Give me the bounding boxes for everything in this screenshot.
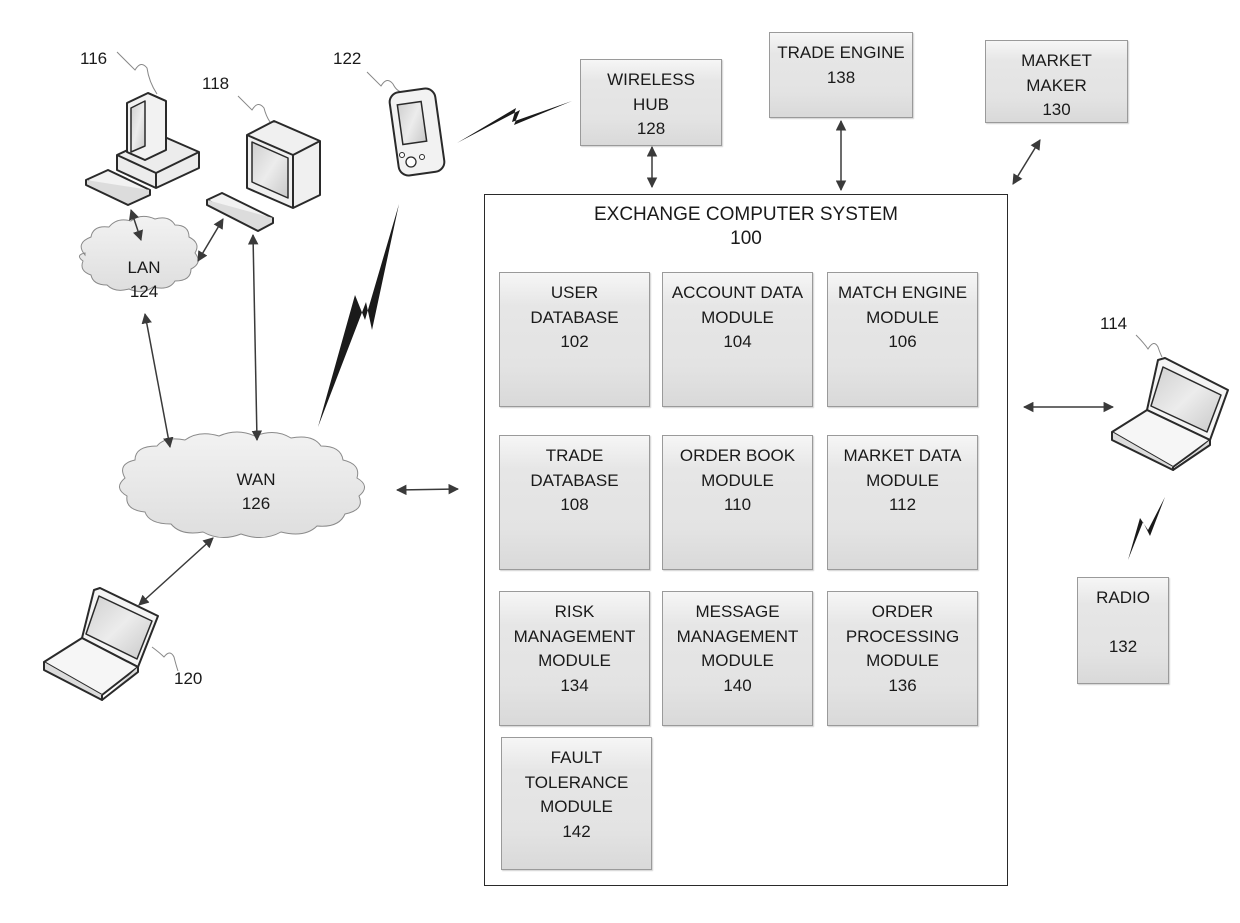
monitor-computer-icon: [206, 120, 321, 232]
laptop-icon-120: [43, 587, 159, 701]
module-line: ORDER: [871, 602, 934, 621]
module-line: MODULE: [701, 470, 774, 490]
desktop-computer-icon: [85, 92, 200, 206]
ref-label-122: 122: [333, 49, 362, 68]
box-line: HUB: [633, 94, 669, 114]
module-ref: 106: [888, 332, 917, 351]
leader-line-120: [151, 646, 179, 672]
module-line: DATABASE: [530, 470, 619, 490]
module-order-processing[interactable]: ORDER PROCESSING MODULE 136: [827, 591, 978, 726]
ref-label-118: 118: [202, 74, 230, 93]
leader-line-118: [237, 95, 271, 123]
box-line: [1078, 611, 1168, 636]
module-market-data[interactable]: MARKET DATA MODULE 112: [827, 435, 978, 570]
module-line: MARKET DATA: [843, 446, 962, 465]
wan-name: WAN: [236, 470, 276, 489]
module-account-data[interactable]: ACCOUNT DATA MODULE 104: [662, 272, 813, 407]
wireless-signal-pda-wan: [318, 204, 399, 427]
market-maker-box[interactable]: MARKET MAKER 130: [985, 40, 1128, 123]
lan-label: LAN 124: [112, 256, 176, 304]
leader-line-122: [366, 71, 404, 93]
module-line: DATABASE: [530, 307, 619, 327]
module-line: MODULE: [866, 470, 939, 490]
module-line: FAULT: [550, 748, 603, 767]
arrow-lan-to-wan: [141, 312, 174, 449]
module-line: TRADE: [545, 446, 604, 465]
module-line: MODULE: [866, 307, 939, 327]
module-line: MATCH ENGINE: [837, 283, 968, 302]
module-line: TOLERANCE: [524, 772, 629, 792]
module-risk-management[interactable]: RISK MANAGEMENT MODULE 134: [499, 591, 650, 726]
module-ref: 134: [560, 675, 589, 695]
module-line: MODULE: [538, 651, 611, 670]
box-ref: 138: [826, 67, 856, 87]
module-fault-tolerance[interactable]: FAULT TOLERANCE MODULE 142: [501, 737, 652, 870]
arrow-wan-to-laptop-120: [138, 537, 214, 606]
ref-label-120: 120: [174, 669, 203, 688]
module-line: PROCESSING: [845, 626, 960, 646]
box-line: WIRELESS: [607, 70, 695, 89]
arrow-workstation-to-wan: [247, 233, 263, 442]
trade-engine-box[interactable]: TRADE ENGINE 138: [769, 32, 913, 118]
module-line: MODULE: [701, 307, 774, 327]
box-line: RADIO: [1096, 588, 1150, 607]
leader-line-116: [116, 51, 158, 95]
wan-ref: 126: [241, 494, 271, 513]
arrow-workstation-to-lan: [197, 218, 224, 262]
module-line: USER: [550, 283, 599, 302]
exchange-title-text: EXCHANGE COMPUTER SYSTEM: [593, 204, 899, 225]
module-line: MESSAGE: [695, 602, 780, 621]
module-line: MANAGEMENT: [676, 626, 799, 646]
module-ref: 140: [723, 675, 752, 695]
box-line: MAKER: [1026, 75, 1087, 95]
ref-label-116: 116: [80, 49, 108, 68]
radio-box[interactable]: RADIO 132: [1077, 577, 1169, 684]
box-line: MARKET: [1021, 51, 1092, 70]
module-ref: 110: [723, 495, 752, 514]
module-message-management[interactable]: MESSAGE MANAGEMENT MODULE 140: [662, 591, 813, 726]
module-line: MODULE: [866, 651, 939, 670]
module-line: MODULE: [540, 797, 613, 816]
module-trade-database[interactable]: TRADE DATABASE 108: [499, 435, 650, 570]
module-user-database[interactable]: USER DATABASE 102: [499, 272, 650, 407]
exchange-ref: 100: [730, 228, 762, 249]
module-line: ORDER BOOK: [679, 446, 796, 465]
box-ref: 130: [1042, 100, 1071, 119]
wireless-signal-pda-hub: [457, 101, 572, 143]
module-line: MANAGEMENT: [513, 626, 636, 646]
module-line: ACCOUNT DATA: [671, 283, 804, 302]
module-ref: 104: [723, 332, 752, 351]
lan-ref: 124: [129, 282, 159, 301]
arrow-wan-to-exchange: [395, 483, 460, 496]
module-line: RISK: [554, 602, 595, 621]
module-ref: 108: [560, 495, 589, 514]
ref-label-114: 114: [1100, 314, 1128, 333]
pda-icon: [388, 87, 446, 177]
arrow-market-maker-to-exchange: [1012, 139, 1041, 185]
module-ref: 112: [888, 495, 917, 514]
module-ref: 136: [888, 675, 917, 695]
leader-line-114: [1135, 334, 1163, 358]
box-ref: 128: [636, 119, 666, 138]
box-line: TRADE ENGINE: [777, 43, 905, 62]
lan-name: LAN: [127, 258, 161, 277]
wireless-hub-box[interactable]: WIRELESS HUB 128: [580, 59, 722, 146]
module-match-engine[interactable]: MATCH ENGINE MODULE 106: [827, 272, 978, 407]
laptop-icon-114: [1111, 357, 1229, 471]
module-order-book[interactable]: ORDER BOOK MODULE 110: [662, 435, 813, 570]
wireless-signal-laptop-radio: [1128, 497, 1165, 560]
module-ref: 142: [562, 821, 591, 841]
wan-label: WAN 126: [224, 468, 288, 516]
module-ref: 102: [560, 332, 589, 351]
box-ref: 132: [1108, 637, 1138, 656]
exchange-title: EXCHANGE COMPUTER SYSTEM 100: [485, 203, 1007, 251]
module-line: MODULE: [701, 651, 774, 670]
